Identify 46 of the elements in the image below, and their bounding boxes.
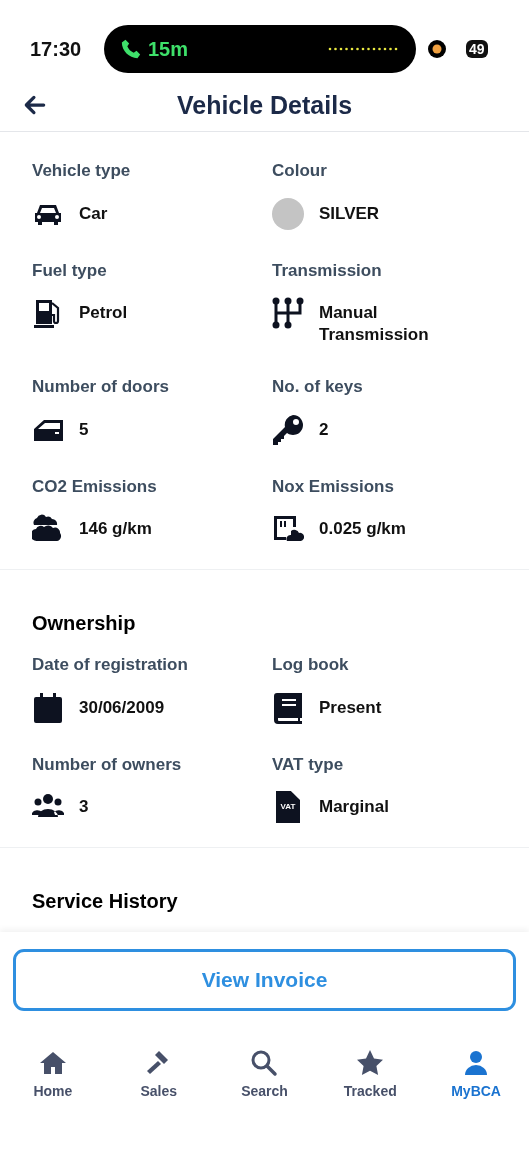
field-label: Transmission xyxy=(272,259,382,282)
battery-indicator: 49 xyxy=(466,40,488,58)
call-duration: 15m xyxy=(148,37,189,62)
field-label: Vehicle type xyxy=(32,160,131,182)
field-value: Marginal xyxy=(319,796,389,818)
calendar-icon xyxy=(32,691,64,724)
field-label: VAT type xyxy=(272,753,344,776)
field-label: Date of registration xyxy=(32,654,188,676)
star-icon xyxy=(356,1049,385,1077)
phone-icon xyxy=(120,38,142,60)
book-icon xyxy=(272,691,304,724)
field-value: 5 xyxy=(79,418,89,441)
key-icon xyxy=(272,413,304,446)
field-label: Number of owners xyxy=(32,753,182,776)
audio-wave-icon xyxy=(328,46,400,52)
field-value: 2 xyxy=(319,418,329,441)
tab-bar-item[interactable]: Tracked xyxy=(317,1049,424,1102)
vat-document-icon: VAT xyxy=(276,791,300,823)
field-value: Present xyxy=(319,696,382,719)
field-value: 0.025 g/km xyxy=(319,518,406,540)
field-label: Log book xyxy=(272,654,349,676)
section-heading: Service History xyxy=(32,889,179,914)
field-value: 3 xyxy=(79,796,89,818)
field-value: 146 g/km xyxy=(79,518,152,540)
field-label: Number of doors xyxy=(32,376,169,398)
recording-dot-icon xyxy=(428,40,446,58)
field-label: Colour xyxy=(272,160,327,182)
tab-bar-item[interactable]: MyBCA xyxy=(423,1049,529,1102)
search-icon xyxy=(250,1049,279,1077)
field-label: No. of keys xyxy=(272,376,363,398)
field-value: 30/06/2009 xyxy=(79,696,165,719)
clock-time: 17:30 xyxy=(30,37,83,62)
home-icon xyxy=(38,1049,67,1077)
page-title: Vehicle Details xyxy=(176,89,353,121)
field-label: CO2 Emissions xyxy=(32,475,157,498)
tab-bar-item[interactable]: Home xyxy=(0,1049,106,1102)
field-value: Petrol xyxy=(79,302,128,324)
tab-bar-item[interactable]: Sales xyxy=(105,1049,212,1102)
field-label: Nox Emissions xyxy=(272,475,394,498)
section-heading: Ownership xyxy=(32,611,137,636)
tab-bar-item[interactable]: Search xyxy=(211,1049,318,1102)
field-label: Fuel type xyxy=(32,259,107,282)
gear-shift-icon xyxy=(272,297,304,329)
field-value: Manual Transmission xyxy=(319,302,430,346)
field-value: SILVER xyxy=(319,202,380,225)
field-value: Car xyxy=(79,202,108,225)
